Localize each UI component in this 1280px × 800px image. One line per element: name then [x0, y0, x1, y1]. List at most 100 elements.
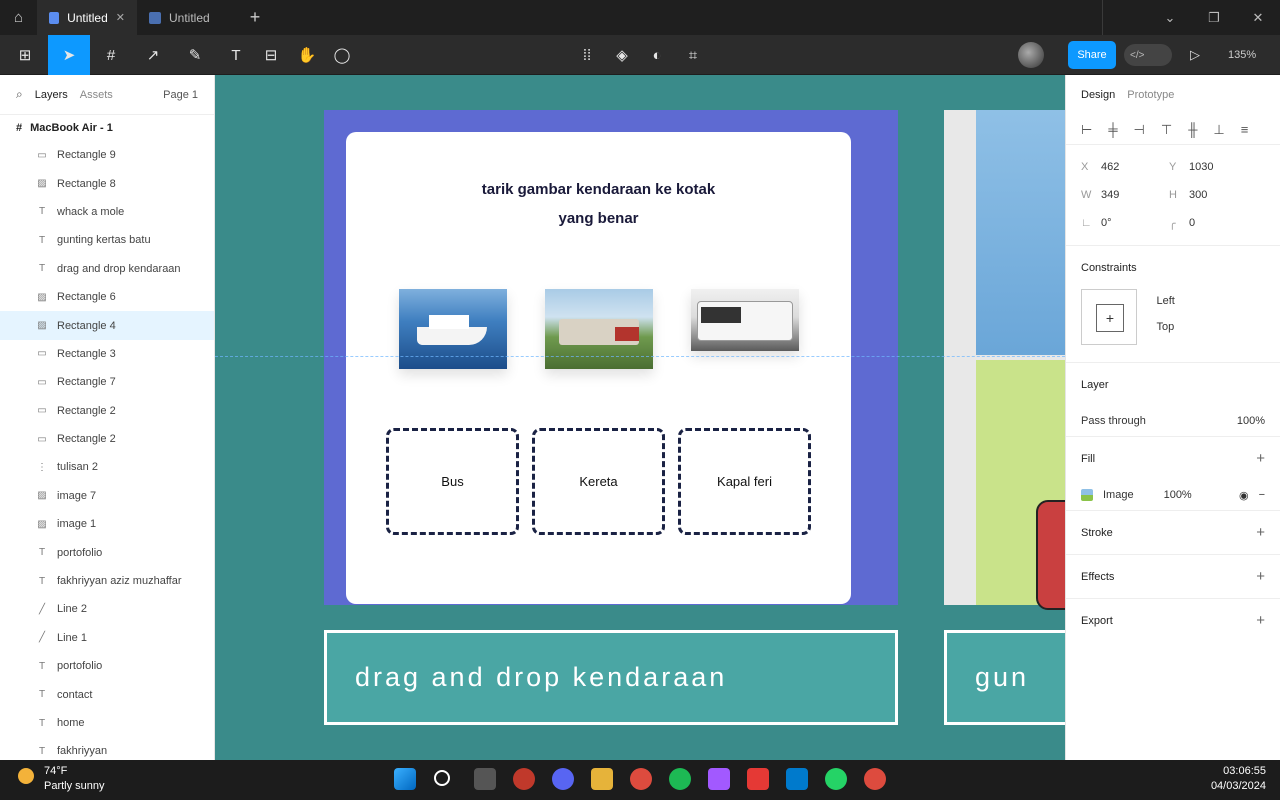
figma-icon[interactable] [708, 768, 730, 790]
dropzone-kereta[interactable]: Kereta [532, 428, 665, 535]
game-frame[interactable]: tarik gambar kendaraan ke kotak yang ben… [324, 110, 898, 605]
tab-prototype[interactable]: Prototype [1127, 89, 1174, 101]
tab-untitled[interactable]: Untitled [137, 0, 237, 35]
layer-item[interactable]: ⋮ tulisan 2 [0, 453, 214, 481]
game-card[interactable]: tarik gambar kendaraan ke kotak yang ben… [346, 132, 851, 604]
add-export-icon[interactable]: + [1256, 612, 1265, 629]
shape-tool-icon[interactable]: ↗ [136, 35, 170, 75]
align-left-icon[interactable]: ⊢ [1081, 122, 1092, 138]
component-icon[interactable]: ⁞⁞ [570, 35, 604, 75]
constraint-vertical[interactable]: Top [1156, 321, 1174, 333]
frame-tool-icon[interactable]: # [94, 35, 128, 75]
layer-item[interactable]: ▭ Rectangle 2 [0, 425, 214, 453]
add-fill-icon[interactable]: + [1256, 450, 1265, 467]
chrome-icon[interactable] [864, 768, 886, 790]
mask-icon[interactable]: ◐ [640, 35, 674, 75]
layer-item[interactable]: ▨ image 1 [0, 510, 214, 538]
zoom-level[interactable]: 135% [1228, 35, 1256, 75]
align-middle-icon[interactable]: ╫ [1188, 122, 1197, 137]
second-game-frame[interactable] [944, 110, 1065, 610]
new-tab-button[interactable]: + [237, 7, 273, 28]
layer-item[interactable]: ▨ Rectangle 4 [0, 311, 214, 340]
y-input[interactable]: 1030 [1189, 161, 1213, 173]
layer-item[interactable]: Thome [0, 709, 214, 737]
chevron-down-icon[interactable]: ⌄ [1148, 0, 1192, 35]
weather-widget[interactable]: 74°F Partly sunny [14, 764, 105, 794]
search-icon[interactable] [434, 770, 450, 786]
layer-item[interactable]: ╱ Line 1 [0, 624, 214, 652]
layer-item[interactable]: ▨ image 7 [0, 482, 214, 510]
system-clock[interactable]: 03:06:55 04/03/2024 [1211, 764, 1266, 794]
pen-tool-icon[interactable]: ✎ [178, 35, 212, 75]
remove-fill-icon[interactable]: − [1259, 489, 1265, 501]
task-view-icon[interactable] [474, 768, 496, 790]
avatar[interactable] [1018, 42, 1044, 68]
ship-image[interactable] [399, 289, 507, 369]
layer-item[interactable]: Tportofolio [0, 538, 214, 566]
home-icon[interactable]: ⌂ [0, 0, 37, 35]
move-tool-icon[interactable]: ➤ [48, 35, 90, 75]
align-top-icon[interactable]: ⊤ [1161, 122, 1172, 138]
align-bottom-icon[interactable]: ⊥ [1213, 122, 1224, 138]
x-input[interactable]: 462 [1101, 161, 1119, 173]
instance-icon[interactable]: ◈ [605, 35, 639, 75]
vscode-icon[interactable] [786, 768, 808, 790]
layer-item[interactable]: Twhack a mole [0, 198, 214, 226]
train-image[interactable] [545, 289, 653, 369]
tab-design[interactable]: Design [1081, 89, 1115, 101]
close-icon[interactable]: ✕ [116, 11, 125, 24]
layer-item[interactable]: Tfakhriyyan [0, 737, 214, 760]
eye-icon[interactable]: ◉ [1239, 489, 1249, 502]
align-right-icon[interactable]: ⊣ [1134, 122, 1145, 138]
share-button[interactable]: Share [1068, 41, 1116, 69]
h-input[interactable]: 300 [1189, 189, 1207, 201]
chrome-icon[interactable] [630, 768, 652, 790]
tab-assets[interactable]: Assets [80, 89, 113, 101]
fill-opacity[interactable]: 100% [1164, 489, 1192, 501]
play-icon[interactable]: ▷ [1190, 35, 1200, 75]
opera-icon[interactable] [513, 768, 535, 790]
banner-gunting[interactable]: gun [944, 630, 1065, 725]
layer-item[interactable]: Tportofolio [0, 652, 214, 680]
w-input[interactable]: 349 [1101, 189, 1119, 201]
bus-image[interactable] [691, 289, 799, 351]
radius-input[interactable]: 0 [1189, 217, 1195, 230]
tab-untitled-active[interactable]: Untitled ✕ [37, 0, 137, 35]
tab-layers[interactable]: Layers [35, 89, 68, 101]
layer-item[interactable]: Tfakhriyyan aziz muzhaffar [0, 567, 214, 595]
canvas[interactable]: tarik gambar kendaraan ke kotak yang ben… [215, 75, 1065, 760]
whatsapp-icon[interactable] [825, 768, 847, 790]
banner-drag-and-drop[interactable]: drag and drop kendaraan [324, 630, 898, 725]
spotify-icon[interactable] [669, 768, 691, 790]
text-tool-icon[interactable]: T [219, 35, 253, 75]
file-explorer-icon[interactable] [591, 768, 613, 790]
windows-start-icon[interactable] [394, 768, 416, 790]
resources-icon[interactable]: ⊟ [254, 35, 288, 75]
layer-opacity[interactable]: 100% [1237, 415, 1265, 427]
layer-item[interactable]: ▨ Rectangle 6 [0, 283, 214, 311]
search-icon[interactable]: ⌕ [16, 87, 23, 102]
blend-mode[interactable]: Pass through [1081, 415, 1146, 427]
hand-tool-icon[interactable]: ✋ [290, 35, 324, 75]
layer-item[interactable]: ▭ Rectangle 7 [0, 368, 214, 396]
distribute-icon[interactable]: ≡ [1241, 122, 1249, 137]
crop-icon[interactable]: ⌗ [676, 35, 710, 75]
layer-item[interactable]: Tdrag and drop kendaraan [0, 255, 214, 283]
fill-swatch[interactable] [1081, 489, 1093, 501]
layer-item[interactable]: ▨ Rectangle 8 [0, 169, 214, 197]
layer-item[interactable]: ▭ Rectangle 9 [0, 141, 214, 169]
page-selector[interactable]: Page 1 [163, 89, 198, 101]
layer-frame[interactable]: # MacBook Air - 1 [0, 115, 214, 141]
rotation-input[interactable]: 0° [1101, 217, 1112, 229]
layer-item[interactable]: ▭ Rectangle 2 [0, 397, 214, 425]
restore-icon[interactable]: ❐ [1192, 0, 1236, 35]
add-effect-icon[interactable]: + [1256, 568, 1265, 585]
heart-app-icon[interactable] [747, 768, 769, 790]
dropzone-kapal-feri[interactable]: Kapal feri [678, 428, 811, 535]
fill-type[interactable]: Image [1103, 489, 1134, 501]
dropzone-bus[interactable]: Bus [386, 428, 519, 535]
layer-item[interactable]: Tcontact [0, 680, 214, 708]
close-window-icon[interactable]: ✕ [1236, 0, 1280, 35]
dev-mode-toggle[interactable]: </> [1124, 44, 1172, 66]
layer-item[interactable]: ╱ Line 2 [0, 595, 214, 623]
